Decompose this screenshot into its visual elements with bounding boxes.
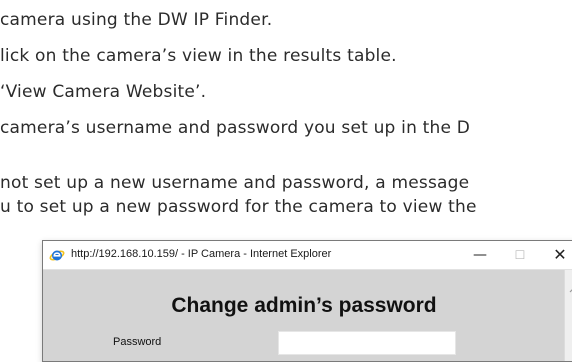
page-content: Change admin’s password Password (43, 270, 572, 361)
instruction-line-1: camera using the DW IP Finder. (0, 10, 273, 30)
password-label: Password (113, 336, 162, 348)
maximize-button[interactable]: ☐ (500, 243, 540, 267)
instruction-line-4: camera’s username and password you set u… (0, 118, 471, 138)
browser-window-screenshot: http://192.168.10.159/ - IP Camera - Int… (42, 240, 572, 362)
note-line-2: u to set up a new password for the camer… (0, 197, 477, 217)
instruction-line-3: ‘View Camera Website’. (0, 82, 207, 102)
instruction-line-2: lick on the camera’s view in the results… (0, 46, 397, 66)
close-button[interactable]: ✕ (540, 243, 572, 267)
minimize-button[interactable]: — (460, 243, 500, 267)
window-title: http://192.168.10.159/ - IP Camera - Int… (71, 248, 332, 260)
note-line-1: not set up a new username and password, … (0, 173, 470, 193)
change-password-heading: Change admin’s password (171, 294, 437, 317)
window-titlebar[interactable]: http://192.168.10.159/ - IP Camera - Int… (43, 241, 572, 270)
password-input[interactable] (278, 331, 456, 355)
vertical-scrollbar[interactable] (564, 270, 572, 361)
internet-explorer-icon (49, 247, 65, 263)
